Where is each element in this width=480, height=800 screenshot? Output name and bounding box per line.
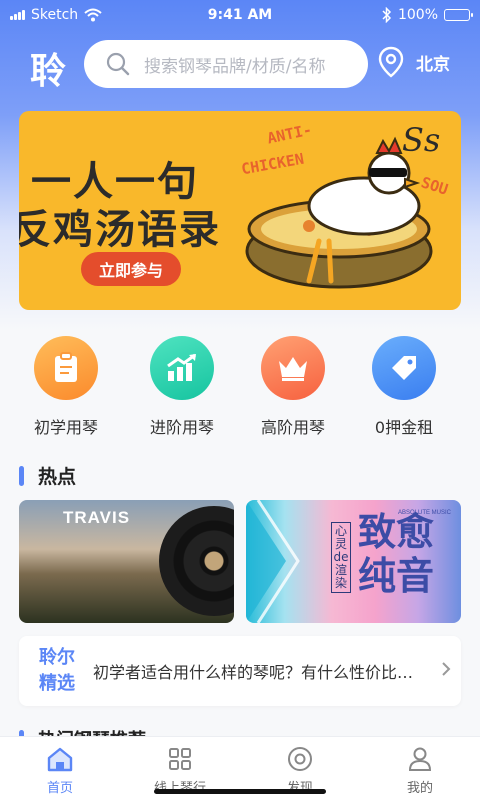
notice-tag: 聆尔 精选: [19, 645, 89, 697]
notice-message: 初学者适合用什么样的琴呢？有什么性价比…: [93, 663, 414, 682]
card-big-title: 致愈纯音: [358, 510, 435, 598]
chart-up-icon: [150, 336, 214, 400]
hot-card-healing-music[interactable]: 心灵de渲染 致愈纯音 ABSOLUTE MUSIC: [246, 500, 461, 623]
tab-label: 首页: [46, 781, 73, 796]
profile-icon: [360, 745, 480, 773]
search-icon: [106, 52, 130, 76]
carrier-label: Sketch: [31, 7, 79, 23]
banner-join-button[interactable]: 立即参与: [81, 252, 182, 286]
card-small-caption: ABSOLUTE MUSIC: [398, 510, 452, 516]
location-pin-icon: [378, 46, 404, 78]
tab-label: 我的: [406, 781, 433, 796]
card-vertical-text: 心灵de渲染: [331, 522, 351, 593]
home-icon: [0, 745, 120, 773]
category-label: 0押金租: [374, 418, 434, 437]
chicken-pot-illustration: [245, 136, 433, 289]
category-zero-deposit[interactable]: 0押金租: [349, 336, 459, 438]
location-selector[interactable]: 北京: [378, 46, 450, 78]
discover-icon: [240, 745, 360, 773]
status-time: 9:41 AM: [207, 7, 273, 23]
home-indicator: [154, 789, 326, 794]
bluetooth-icon: [382, 7, 392, 23]
banner-title-line2: 反鸡汤语录: [19, 206, 221, 253]
battery-percent: 100%: [397, 7, 438, 23]
chevron-art: [246, 500, 300, 623]
featured-notice[interactable]: 聆尔 精选 初学者适合用什么样的琴呢？有什么性价比…: [19, 636, 461, 706]
category-label: 高阶用琴: [260, 418, 325, 437]
tag-icon: [372, 336, 436, 400]
category-row: 初学用琴 进阶用琴 高阶用琴 0押金租: [0, 336, 480, 440]
chevron-right-icon: [431, 661, 461, 682]
grid-icon: [120, 745, 240, 773]
category-advanced[interactable]: 高阶用琴: [238, 336, 348, 438]
hot-section-title: 热点: [19, 462, 76, 489]
app-logo[interactable]: 聆: [30, 42, 66, 94]
tab-home[interactable]: 首页: [0, 737, 120, 800]
notice-tag-line1: 聆尔: [39, 647, 75, 668]
hot-card-travis[interactable]: TRAVIS: [19, 500, 234, 623]
notice-tag-line2: 精选: [39, 673, 75, 694]
vinyl-record-image: [159, 506, 234, 616]
category-beginner[interactable]: 初学用琴: [11, 336, 121, 438]
section-title-text: 热点: [38, 466, 77, 488]
clipboard-icon: [34, 336, 98, 400]
search-placeholder: 搜索钢琴品牌/材质/名称: [144, 56, 326, 77]
album-caption: TRAVIS: [63, 508, 131, 527]
tab-profile[interactable]: 我的: [360, 737, 480, 800]
crown-icon: [261, 336, 325, 400]
status-bar: Sketch 9:41 AM 100%: [0, 0, 480, 30]
wifi-icon: [84, 8, 102, 22]
app-header: 聆 搜索钢琴品牌/材质/名称 北京: [0, 38, 480, 92]
signal-icon: [10, 10, 25, 20]
city-label: 北京: [416, 54, 450, 75]
category-intermediate[interactable]: 进阶用琴: [127, 336, 237, 438]
section-accent-bar: [19, 465, 24, 486]
promo-banner[interactable]: 一人一句 反鸡汤语录 立即参与 ANTI- CHICKEN Ss SOU: [19, 111, 461, 310]
search-bar[interactable]: 搜索钢琴品牌/材质/名称: [84, 40, 368, 88]
category-label: 初学用琴: [33, 418, 98, 437]
category-label: 进阶用琴: [149, 418, 214, 437]
battery-icon: [444, 9, 473, 21]
